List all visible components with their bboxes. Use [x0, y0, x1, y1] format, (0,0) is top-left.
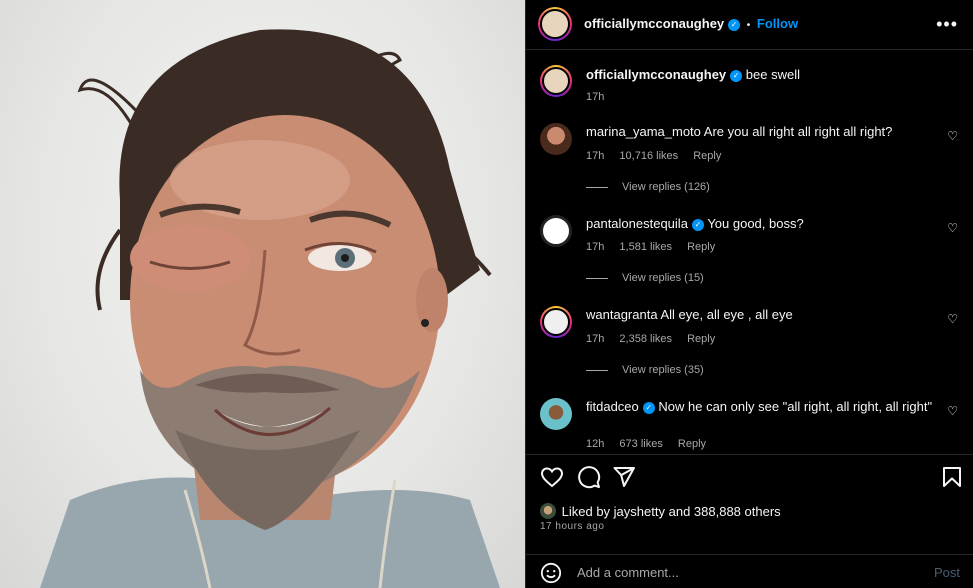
- comment-text: Are you all right all right all right?: [703, 124, 893, 139]
- commenter-avatar[interactable]: [540, 398, 572, 430]
- comment-username[interactable]: officiallymcconaughey: [586, 67, 726, 82]
- view-replies-button[interactable]: View replies (126): [586, 181, 710, 193]
- comment-text: You good, boss?: [707, 216, 804, 231]
- verified-badge-icon: ✓: [642, 402, 655, 414]
- reply-button[interactable]: Reply: [678, 438, 706, 450]
- comment-like-icon[interactable]: ♡: [947, 404, 958, 418]
- comment-likes[interactable]: 2,358 likes: [619, 333, 672, 345]
- comment-like-icon[interactable]: ♡: [947, 221, 958, 235]
- follow-button[interactable]: Follow: [757, 16, 798, 31]
- bookmark-icon[interactable]: [940, 465, 964, 489]
- comment-likes[interactable]: 673 likes: [619, 438, 662, 450]
- add-comment-bar: Add a comment... Post: [526, 554, 973, 588]
- comment-body: pantalonestequila ✓ You good, boss?: [586, 215, 936, 233]
- more-options-icon[interactable]: •••: [936, 14, 958, 35]
- comment-body: wantagranta All eye, all eye , all eye: [586, 306, 936, 324]
- verified-badge-icon: ✓: [728, 19, 741, 31]
- comment-time: 17h: [586, 91, 605, 103]
- comment-body: marina_yama_moto Are you all right all r…: [586, 123, 936, 141]
- comment-body: fitdadceo ✓ Now he can only see "all righ…: [586, 398, 936, 416]
- comment-time: 17h: [586, 333, 605, 345]
- comment-like-icon[interactable]: ♡: [947, 129, 958, 143]
- commenter-avatar[interactable]: [540, 123, 572, 155]
- post-photo[interactable]: [0, 0, 525, 588]
- post-timestamp[interactable]: 17 hours ago: [540, 521, 604, 532]
- likes-suffix[interactable]: and 388,888 others: [669, 504, 781, 519]
- comment-likes[interactable]: 10,716 likes: [619, 150, 678, 162]
- comment-likes[interactable]: 1,581 likes: [619, 241, 672, 253]
- comment-time: 12h: [586, 438, 605, 450]
- comment-meta: 17h: [586, 91, 616, 103]
- header-author-line: officiallymcconaughey ✓ • Follow: [584, 16, 798, 31]
- likes-prefix: Liked by: [561, 504, 611, 519]
- commenter-avatar[interactable]: [540, 306, 572, 338]
- author-username[interactable]: officiallymcconaughey: [584, 16, 724, 31]
- post-sidebar: officiallymcconaughey ✓ • Follow ••• offi…: [525, 0, 973, 588]
- comment-text: All eye, all eye , all eye: [660, 307, 793, 322]
- post-image: [40, 29, 500, 588]
- comment-meta: 17h 10,716 likes Reply: [586, 150, 733, 162]
- comment-meta: 12h 673 likes Reply: [586, 438, 718, 450]
- comment-username[interactable]: pantalonestequila: [586, 216, 688, 231]
- comment-input[interactable]: Add a comment...: [577, 565, 679, 580]
- comment-username[interactable]: fitdadceo: [586, 399, 639, 414]
- comment-text: Now he can only see "all right, all righ…: [658, 399, 933, 414]
- verified-badge-icon: ✓: [730, 70, 743, 82]
- comment-time: 17h: [586, 241, 605, 253]
- verified-badge-icon: ✓: [691, 219, 704, 231]
- author-avatar[interactable]: [538, 7, 572, 41]
- reply-button[interactable]: Reply: [693, 150, 721, 162]
- caption-avatar[interactable]: [540, 65, 572, 97]
- liker-avatar: [540, 503, 556, 519]
- commenter-avatar[interactable]: [540, 215, 572, 247]
- comment-username[interactable]: marina_yama_moto: [586, 124, 701, 139]
- comments-list[interactable]: officiallymcconaughey ✓ bee swell 17h mar…: [526, 51, 973, 454]
- comment-meta: 17h 1,581 likes Reply: [586, 241, 727, 253]
- comment-time: 17h: [586, 150, 605, 162]
- comment-icon[interactable]: [577, 465, 601, 489]
- comment-username[interactable]: wantagranta: [586, 307, 658, 322]
- liker-username[interactable]: jayshetty: [614, 504, 665, 519]
- share-icon[interactable]: [612, 465, 636, 489]
- follow-separator: •: [746, 20, 751, 31]
- view-replies-button[interactable]: View replies (15): [586, 272, 704, 284]
- reply-button[interactable]: Reply: [687, 333, 715, 345]
- view-replies-button[interactable]: View replies (35): [586, 364, 704, 376]
- post-actions: Liked by jayshetty and 388,888 others 17…: [526, 454, 973, 544]
- likes-summary[interactable]: Liked by jayshetty and 388,888 others: [540, 503, 781, 519]
- comment-meta: 17h 2,358 likes Reply: [586, 333, 727, 345]
- post-header: officiallymcconaughey ✓ • Follow •••: [526, 0, 973, 50]
- heart-icon[interactable]: [540, 465, 564, 489]
- comment-like-icon[interactable]: ♡: [947, 312, 958, 326]
- post-comment-button[interactable]: Post: [934, 565, 960, 580]
- comment-text: bee swell: [745, 67, 800, 82]
- reply-button[interactable]: Reply: [687, 241, 715, 253]
- emoji-icon[interactable]: [540, 562, 562, 584]
- caption-text: officiallymcconaughey ✓ bee swell: [586, 66, 936, 84]
